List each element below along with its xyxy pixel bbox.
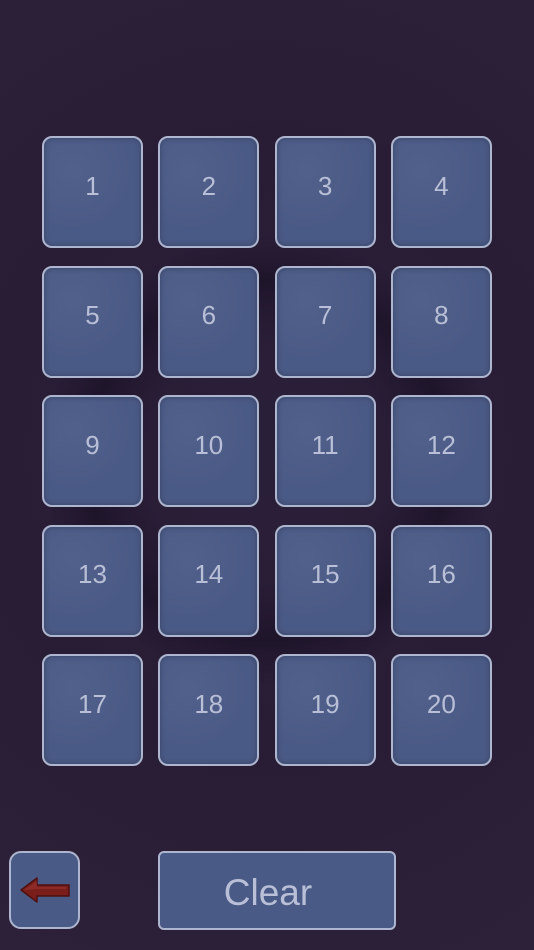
number-tile[interactable]: 13 — [42, 524, 143, 637]
number-tile[interactable]: 14 — [158, 524, 260, 637]
back-button[interactable] — [9, 851, 80, 929]
number-tile[interactable]: 12 — [390, 395, 492, 507]
number-tile[interactable]: 8 — [390, 265, 492, 378]
tile-label: 7 — [317, 300, 333, 330]
number-tile[interactable]: 7 — [274, 265, 376, 378]
tile-label: 9 — [85, 429, 100, 460]
tile-label: 1 — [85, 170, 100, 201]
tile-label: 11 — [311, 429, 339, 460]
number-tile[interactable]: 2 — [158, 136, 260, 248]
tile-label: 12 — [426, 429, 456, 460]
tile-label: 18 — [194, 688, 224, 719]
clear-button-label: Clear — [223, 871, 313, 913]
tile-label: 19 — [310, 688, 340, 719]
number-tile[interactable]: 16 — [390, 524, 492, 637]
tile-label: 10 — [194, 429, 224, 460]
number-tile[interactable]: 19 — [274, 654, 376, 766]
number-tile[interactable]: 11 — [274, 395, 376, 507]
tile-label: 6 — [201, 300, 217, 330]
tile-label: 5 — [85, 300, 100, 330]
number-tile[interactable]: 17 — [42, 654, 143, 766]
number-tile[interactable]: 20 — [390, 654, 492, 766]
tile-label: 4 — [434, 170, 449, 201]
number-tile[interactable]: 5 — [42, 265, 143, 378]
tile-label: 3 — [317, 170, 333, 201]
tile-label: 13 — [78, 559, 107, 589]
number-grid: 1 2 3 4 5 6 7 8 9 10 11 12 13 14 15 16 1… — [42, 136, 492, 766]
number-tile[interactable]: 6 — [158, 265, 260, 378]
tile-label: 17 — [78, 688, 107, 719]
clear-button[interactable]: Clear — [158, 851, 396, 930]
number-tile[interactable]: 9 — [42, 395, 143, 507]
tile-label: 16 — [426, 559, 456, 589]
tile-label: 2 — [201, 170, 217, 201]
number-tile[interactable]: 3 — [274, 136, 376, 248]
number-tile[interactable]: 10 — [158, 395, 260, 507]
left-arrow-icon — [19, 877, 70, 903]
number-tile[interactable]: 4 — [390, 136, 492, 248]
tile-label: 15 — [310, 559, 340, 589]
number-tile[interactable]: 15 — [274, 524, 376, 637]
tile-label: 14 — [194, 559, 224, 589]
tile-label: 8 — [434, 300, 449, 330]
number-tile[interactable]: 18 — [158, 654, 260, 766]
number-tile[interactable]: 1 — [42, 136, 143, 248]
tile-label: 20 — [426, 688, 456, 719]
